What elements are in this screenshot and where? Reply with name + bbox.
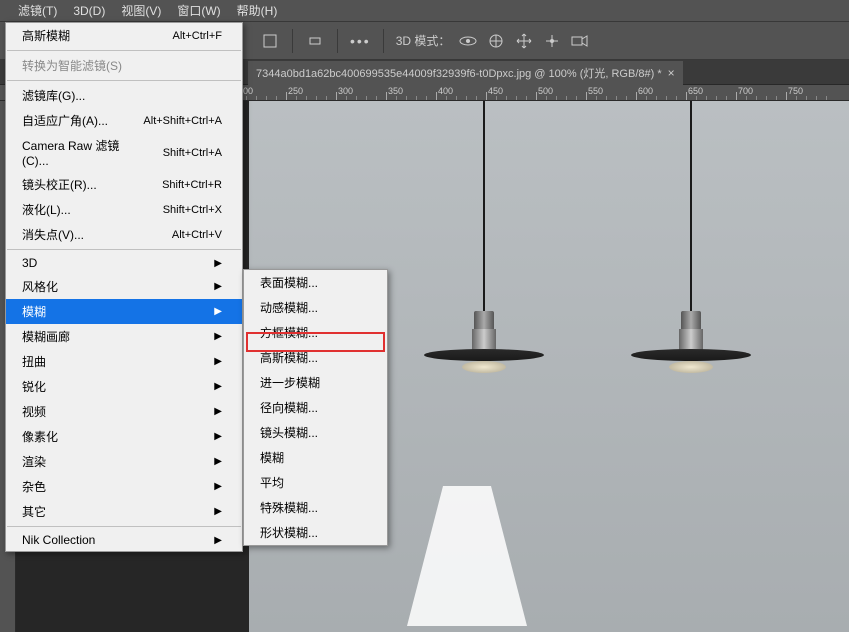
blur-average[interactable]: 平均 bbox=[244, 470, 387, 495]
menu-cat-render[interactable]: 渲染▶ bbox=[6, 449, 242, 474]
more-icon[interactable]: ••• bbox=[350, 33, 371, 49]
blur-submenu: 表面模糊... 动感模糊... 方框模糊... 高斯模糊... 进一步模糊 径向… bbox=[243, 269, 388, 546]
blur-shape[interactable]: 形状模糊... bbox=[244, 520, 387, 545]
orbit-3d-icon[interactable] bbox=[458, 31, 478, 51]
menu-cat-blur-gallery[interactable]: 模糊画廊▶ bbox=[6, 324, 242, 349]
blur-surface[interactable]: 表面模糊... bbox=[244, 270, 387, 295]
menu-cat-distort[interactable]: 扭曲▶ bbox=[6, 349, 242, 374]
filter-menu: 高斯模糊Alt+Ctrl+F 转换为智能滤镜(S) 滤镜库(G)... 自适应广… bbox=[5, 22, 243, 552]
menu-filter[interactable]: 滤镜(T) bbox=[10, 0, 65, 22]
blur-motion[interactable]: 动感模糊... bbox=[244, 295, 387, 320]
menu-cat-stylize[interactable]: 风格化▶ bbox=[6, 274, 242, 299]
orbit-icon[interactable] bbox=[260, 31, 280, 51]
pan-icon[interactable] bbox=[305, 31, 325, 51]
menu-vanishing-point[interactable]: 消失点(V)...Alt+Ctrl+V bbox=[6, 222, 242, 247]
blur-special[interactable]: 特殊模糊... bbox=[244, 495, 387, 520]
blur-radial[interactable]: 径向模糊... bbox=[244, 395, 387, 420]
menu-view[interactable]: 视图(V) bbox=[113, 0, 169, 22]
tab-close-icon[interactable]: × bbox=[668, 66, 675, 80]
menu-lens-correction[interactable]: 镜头校正(R)...Shift+Ctrl+R bbox=[6, 172, 242, 197]
blur-blur[interactable]: 模糊 bbox=[244, 445, 387, 470]
blur-further[interactable]: 进一步模糊 bbox=[244, 370, 387, 395]
scale-3d-icon[interactable] bbox=[542, 31, 562, 51]
menu-3d[interactable]: 3D(D) bbox=[65, 1, 113, 21]
menu-cat-pixelate[interactable]: 像素化▶ bbox=[6, 424, 242, 449]
menu-cat-sharpen[interactable]: 锐化▶ bbox=[6, 374, 242, 399]
menu-cat-3d[interactable]: 3D▶ bbox=[6, 252, 242, 274]
menu-nik-collection[interactable]: Nik Collection▶ bbox=[6, 529, 242, 551]
menu-camera-raw[interactable]: Camera Raw 滤镜(C)...Shift+Ctrl+A bbox=[6, 133, 242, 172]
document-tab[interactable]: 7344a0bd1a62bc400699535e44009f32939f6-t0… bbox=[248, 60, 683, 85]
menu-cat-video[interactable]: 视频▶ bbox=[6, 399, 242, 424]
menu-last-filter[interactable]: 高斯模糊Alt+Ctrl+F bbox=[6, 23, 242, 48]
menubar: 滤镜(T) 3D(D) 视图(V) 窗口(W) 帮助(H) bbox=[0, 0, 849, 22]
blur-gaussian[interactable]: 高斯模糊... bbox=[244, 345, 387, 370]
blur-lens[interactable]: 镜头模糊... bbox=[244, 420, 387, 445]
roll-3d-icon[interactable] bbox=[486, 31, 506, 51]
move-3d-icon[interactable] bbox=[514, 31, 534, 51]
menu-convert-smart[interactable]: 转换为智能滤镜(S) bbox=[6, 53, 242, 78]
camera-3d-icon[interactable] bbox=[570, 31, 590, 51]
menu-adaptive-wide[interactable]: 自适应广角(A)...Alt+Shift+Ctrl+A bbox=[6, 108, 242, 133]
menu-cat-blur[interactable]: 模糊▶ bbox=[6, 299, 242, 324]
menu-help[interactable]: 帮助(H) bbox=[229, 0, 286, 22]
mode-label: 3D 模式： bbox=[396, 32, 451, 49]
menu-cat-other[interactable]: 其它▶ bbox=[6, 499, 242, 524]
blur-box[interactable]: 方框模糊... bbox=[244, 320, 387, 345]
menu-cat-noise[interactable]: 杂色▶ bbox=[6, 474, 242, 499]
menu-liquify[interactable]: 液化(L)...Shift+Ctrl+X bbox=[6, 197, 242, 222]
menu-window[interactable]: 窗口(W) bbox=[169, 0, 228, 22]
tab-title: 7344a0bd1a62bc400699535e44009f32939f6-t0… bbox=[256, 65, 662, 81]
light-glow bbox=[407, 486, 527, 626]
menu-filter-gallery[interactable]: 滤镜库(G)... bbox=[6, 83, 242, 108]
